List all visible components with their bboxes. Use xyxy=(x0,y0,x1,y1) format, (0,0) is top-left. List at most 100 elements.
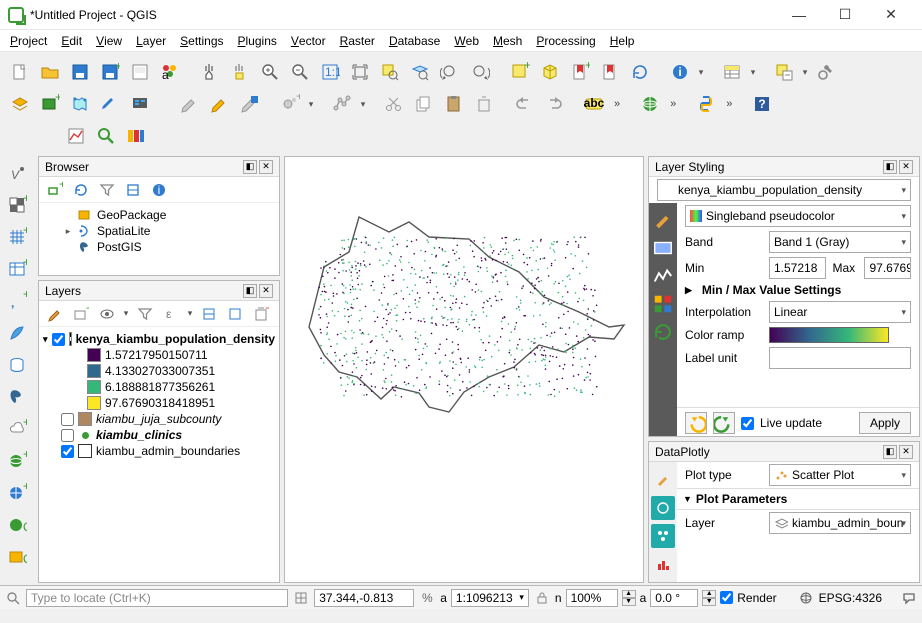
raster-class[interactable]: 6.188881877356261 xyxy=(43,379,275,395)
redo-style-button[interactable] xyxy=(713,412,735,434)
zoom-full-button[interactable] xyxy=(346,58,374,86)
add-feature-button[interactable]: + xyxy=(276,90,304,118)
help-button[interactable]: ? xyxy=(748,90,776,118)
layer-kiambu_admin_boundaries[interactable]: kiambu_admin_boundaries xyxy=(43,443,275,459)
dropdown-arrow[interactable]: ▾ xyxy=(800,67,810,78)
magnifier-input[interactable]: 100% xyxy=(566,589,618,607)
new-spatialite-button[interactable] xyxy=(96,90,124,118)
dp-plot-tab[interactable] xyxy=(651,496,675,520)
menu-processing[interactable]: Processing xyxy=(536,34,595,48)
browser-properties-button[interactable]: i xyxy=(147,178,171,202)
new-3d-map-button[interactable] xyxy=(536,58,564,86)
fluorescent-icon-button[interactable] xyxy=(92,122,120,150)
toolbar-overflow-button[interactable]: » xyxy=(610,98,624,110)
new-bookmark-button[interactable]: + xyxy=(566,58,594,86)
locator-input[interactable]: Type to locate (Ctrl+K) xyxy=(26,589,288,607)
dp-config-tab[interactable] xyxy=(651,524,675,548)
browser-undock-button[interactable]: ◧ xyxy=(243,160,257,174)
transparency-tab[interactable] xyxy=(652,237,674,259)
layers-collapse-button[interactable] xyxy=(223,302,247,326)
zoom-selection-button[interactable] xyxy=(376,58,404,86)
web-button[interactable] xyxy=(636,90,664,118)
maximize-button[interactable]: ☐ xyxy=(822,0,868,30)
renderer-combo[interactable]: Singleband pseudocolor ▾ xyxy=(685,205,911,227)
paste-features-button[interactable] xyxy=(440,90,468,118)
interpolation-combo[interactable]: Linear▾ xyxy=(769,301,911,323)
close-button[interactable]: ✕ xyxy=(868,0,914,30)
layers-add-group-button[interactable]: + xyxy=(69,302,93,326)
identify-button[interactable]: i xyxy=(666,58,694,86)
browser-filter-button[interactable] xyxy=(95,178,119,202)
layer-visibility-checkbox[interactable] xyxy=(61,413,74,426)
zoom-out-button[interactable] xyxy=(286,58,314,86)
wms-button[interactable]: + xyxy=(2,478,32,508)
save-project-button[interactable] xyxy=(66,58,94,86)
postgres-button[interactable] xyxy=(2,382,32,412)
band-combo[interactable]: Band 1 (Gray)▾ xyxy=(769,231,911,253)
crs-icon[interactable] xyxy=(797,589,815,607)
max-input[interactable]: 97.6769 xyxy=(864,257,911,279)
sql-button[interactable] xyxy=(2,350,32,380)
menu-database[interactable]: Database xyxy=(389,34,440,48)
refresh-button[interactable] xyxy=(626,58,654,86)
min-input[interactable]: 1.57218 xyxy=(769,257,826,279)
layer-styling-target-combo[interactable]: kenya_kiambu_population_density ▾ xyxy=(657,179,911,201)
toolbar-overflow-button[interactable]: » xyxy=(722,98,736,110)
dropdown-arrow[interactable]: ▾ xyxy=(358,99,368,110)
cloud-plus-button[interactable]: + xyxy=(2,414,32,444)
save-project-as-button[interactable]: + xyxy=(96,58,124,86)
color-ramp-swatch[interactable] xyxy=(769,327,889,343)
copy-features-button[interactable] xyxy=(410,90,438,118)
dataplotly-close-button[interactable]: ✕ xyxy=(899,445,913,459)
browser-item-postgis[interactable]: PostGIS xyxy=(45,239,273,255)
dataplotly-undock-button[interactable]: ◧ xyxy=(883,445,897,459)
feather-button[interactable] xyxy=(2,318,32,348)
add-raster-button[interactable]: + xyxy=(2,190,32,220)
style-manager-button[interactable]: a xyxy=(156,58,184,86)
geopackage-q-button[interactable]: Q xyxy=(2,542,32,572)
layers-undock-button[interactable]: ◧ xyxy=(243,284,257,298)
history-tab[interactable] xyxy=(652,321,674,343)
dp-chart-tab[interactable] xyxy=(651,552,675,576)
print-layout-button[interactable] xyxy=(126,58,154,86)
layer-styling-close-button[interactable]: ✕ xyxy=(899,160,913,174)
toolbox-button[interactable] xyxy=(812,58,840,86)
label-unit-input[interactable] xyxy=(769,347,911,369)
layers-remove-button[interactable]: − xyxy=(249,302,273,326)
comma-button[interactable]: ,+ xyxy=(2,286,32,316)
menu-project[interactable]: Project xyxy=(10,34,47,48)
bookmarks-button[interactable] xyxy=(596,58,624,86)
minimize-button[interactable]: — xyxy=(776,0,822,30)
abc-button[interactable]: abc xyxy=(580,90,608,118)
magnifier-spinner[interactable]: ▲▼ xyxy=(622,590,636,606)
menu-settings[interactable]: Settings xyxy=(180,34,223,48)
browser-close-button[interactable]: ✕ xyxy=(259,160,273,174)
zoom-last-button[interactable] xyxy=(436,58,464,86)
vector-v-button[interactable]: V xyxy=(2,158,32,188)
zoom-next-button[interactable] xyxy=(466,58,494,86)
redo-button[interactable] xyxy=(540,90,568,118)
live-update-checkbox[interactable] xyxy=(741,417,754,430)
scale-combo[interactable]: 1:1096213▾ xyxy=(451,589,529,607)
menu-raster[interactable]: Raster xyxy=(340,34,375,48)
browser-collapse-button[interactable] xyxy=(121,178,145,202)
pan-to-selection-button[interactable] xyxy=(226,58,254,86)
save-edits-button[interactable] xyxy=(236,90,264,118)
current-edits-button[interactable] xyxy=(176,90,204,118)
new-project-button[interactable] xyxy=(6,58,34,86)
histogram-tab[interactable] xyxy=(652,265,674,287)
layers-expand-button[interactable] xyxy=(197,302,221,326)
layer-kiambu_clinics[interactable]: kiambu_clinics xyxy=(43,427,275,443)
menu-mesh[interactable]: Mesh xyxy=(493,34,522,48)
layers-style-button[interactable] xyxy=(43,302,67,326)
browser-add-layer-button[interactable]: + xyxy=(43,178,67,202)
dp-settings-tab[interactable] xyxy=(651,468,675,492)
messages-button[interactable] xyxy=(900,589,918,607)
dropdown-arrow[interactable]: ▾ xyxy=(748,67,758,78)
symbology-tab[interactable] xyxy=(652,209,674,231)
raster-class[interactable]: 97.67690318418951 xyxy=(43,395,275,411)
pan-button[interactable] xyxy=(196,58,224,86)
globe-plus-button[interactable]: + xyxy=(2,446,32,476)
rotation-input[interactable]: 0.0 ° xyxy=(650,589,698,607)
rotation-spinner[interactable]: ▲▼ xyxy=(702,590,716,606)
